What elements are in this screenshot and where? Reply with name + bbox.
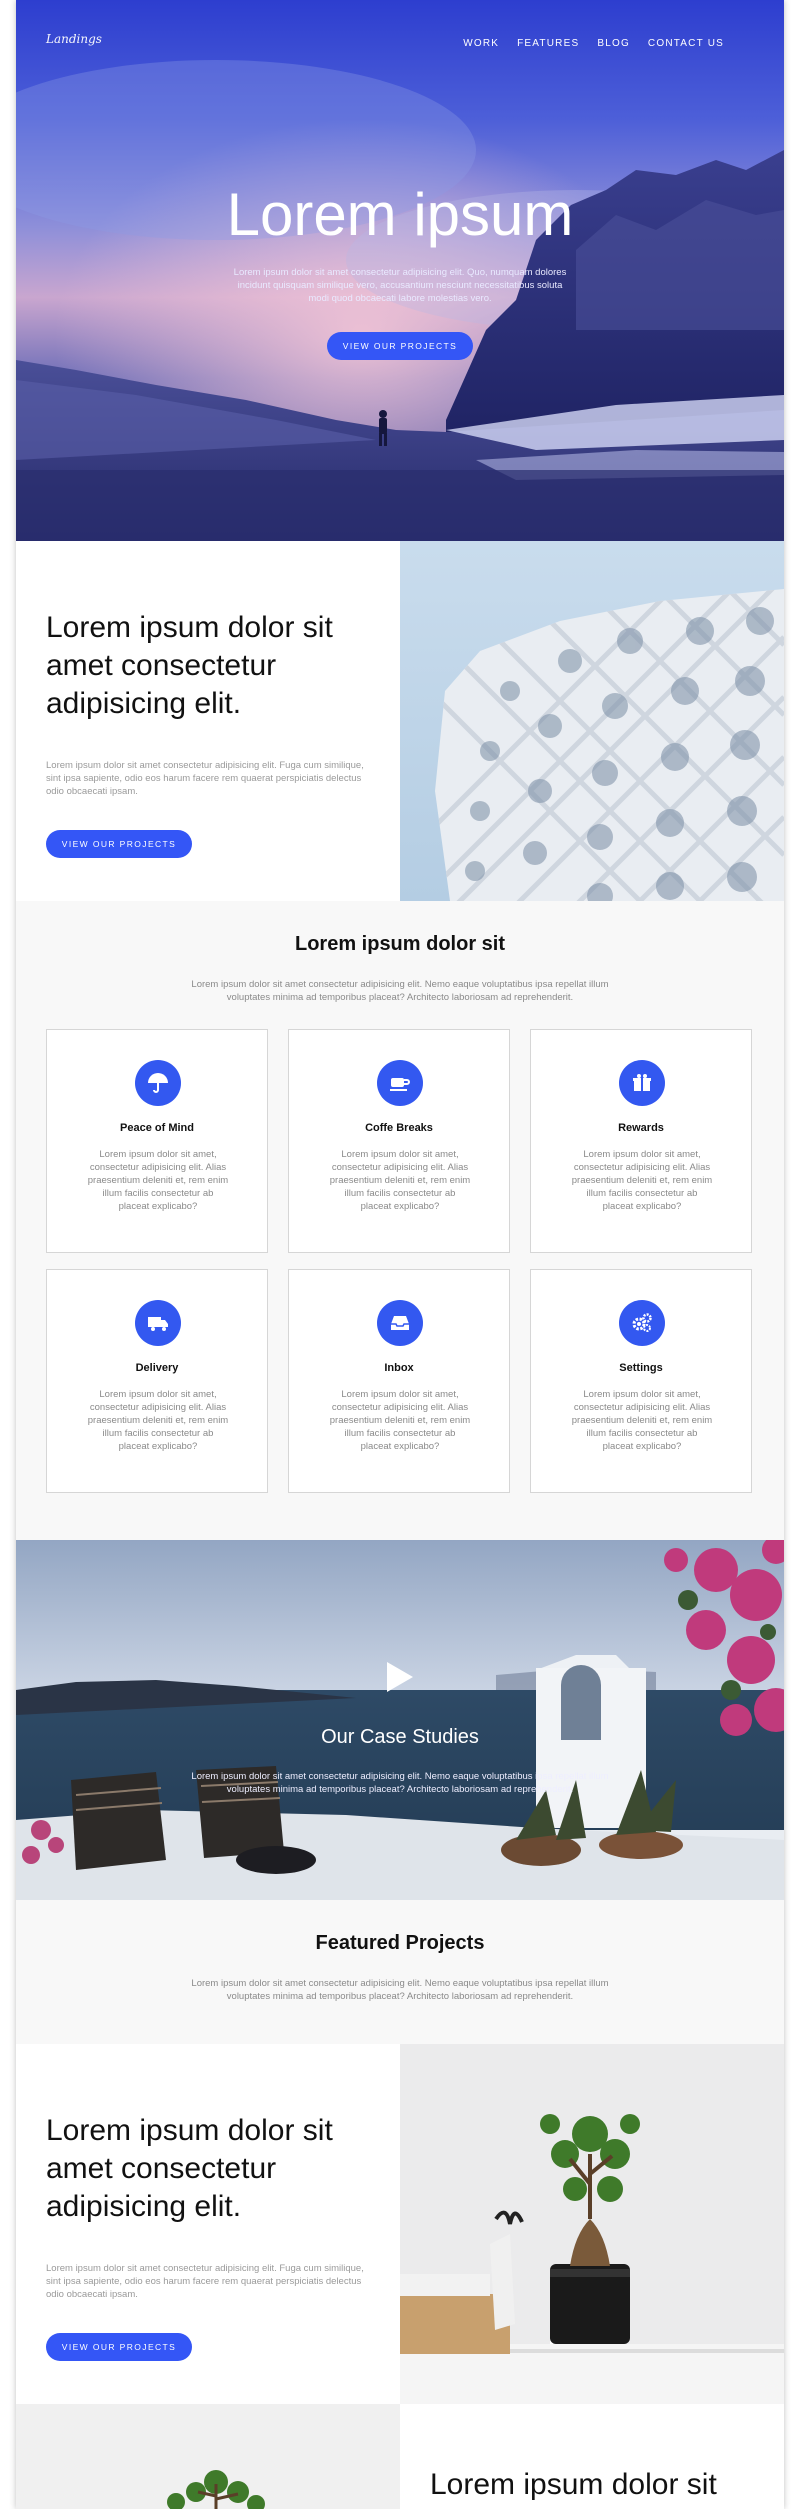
featured-projects-description: Lorem ipsum dolor sit amet consectetur a… xyxy=(191,1978,609,2002)
feature-text: Lorem ipsum dolor sit amet, consectetur … xyxy=(571,1389,713,1452)
nav-blog-link[interactable]: BLOG xyxy=(597,38,630,49)
feature-card: Delivery Lorem ipsum dolor sit amet, con… xyxy=(46,1269,268,1493)
feature-title: Inbox xyxy=(384,1362,414,1374)
feature-text: Lorem ipsum dolor sit amet, consectetur … xyxy=(329,1389,471,1452)
intro-text: Lorem ipsum dolor sit amet consectetur a… xyxy=(46,760,364,797)
project-section: Lorem ipsum dolor sit amet consectetur a… xyxy=(16,2044,784,2404)
case-studies-image xyxy=(16,1540,784,1900)
features-title: Lorem ipsum dolor sit xyxy=(294,933,506,955)
featured-projects-section: Featured Projects Lorem ipsum dolor sit … xyxy=(16,1900,784,2044)
project-heading-2: Lorem ipsum dolor sit xyxy=(430,2468,717,2501)
case-studies-section: Our Case Studies Lorem ipsum dolor sit a… xyxy=(16,1540,784,1900)
feature-title: Delivery xyxy=(135,1362,179,1374)
feature-card: Peace of Mind Lorem ipsum dolor sit amet… xyxy=(46,1029,268,1253)
intro-heading: Lorem ipsum dolor sit amet consectetur a… xyxy=(46,611,333,720)
feature-text: Lorem ipsum dolor sit amet, consectetur … xyxy=(329,1149,471,1212)
feature-title: Settings xyxy=(619,1362,663,1374)
inbox-icon xyxy=(377,1300,423,1346)
featured-projects-title: Featured Projects xyxy=(315,1932,485,1954)
hero-view-projects-button[interactable]: VIEW OUR PROJECTS xyxy=(327,332,473,360)
truck-icon xyxy=(135,1300,181,1346)
case-studies-description: Lorem ipsum dolor sit amet consectetur a… xyxy=(191,1771,609,1795)
project-section-2: Lorem ipsum dolor sit xyxy=(16,2404,784,2509)
coffee-icon xyxy=(377,1060,423,1106)
feature-title: Coffe Breaks xyxy=(365,1122,433,1134)
umbrella-icon xyxy=(135,1060,181,1106)
main-nav: WORK FEATURES BLOG CONTACT US xyxy=(463,38,724,49)
plant-image xyxy=(16,2404,400,2509)
feature-title: Peace of Mind xyxy=(120,1122,194,1134)
gears-icon xyxy=(619,1300,665,1346)
project-heading: Lorem ipsum dolor sit amet consectetur a… xyxy=(46,2114,333,2223)
nav-contact-link[interactable]: CONTACT US xyxy=(648,38,724,49)
nav-features-link[interactable]: FEATURES xyxy=(517,38,579,49)
feature-card: Rewards Lorem ipsum dolor sit amet, cons… xyxy=(530,1029,752,1253)
brand-logo[interactable]: Landings xyxy=(46,32,102,46)
nav-work-link[interactable]: WORK xyxy=(463,38,499,49)
project-view-projects-button[interactable]: VIEW OUR PROJECTS xyxy=(46,2333,192,2361)
feature-text: Lorem ipsum dolor sit amet, consectetur … xyxy=(571,1149,713,1212)
hero-description: Lorem ipsum dolor sit amet consectetur a… xyxy=(233,267,567,304)
project-text: Lorem ipsum dolor sit amet consectetur a… xyxy=(46,2263,364,2300)
page: Landings WORK FEATURES BLOG CONTACT US L… xyxy=(16,0,784,2509)
feature-text: Lorem ipsum dolor sit amet, consectetur … xyxy=(87,1389,229,1452)
feature-card: Settings Lorem ipsum dolor sit amet, con… xyxy=(530,1269,752,1493)
feature-card: Inbox Lorem ipsum dolor sit amet, consec… xyxy=(288,1269,510,1493)
play-icon[interactable] xyxy=(387,1662,413,1692)
feature-card: Coffe Breaks Lorem ipsum dolor sit amet,… xyxy=(288,1029,510,1253)
intro-section: Lorem ipsum dolor sit amet consectetur a… xyxy=(16,541,784,901)
features-description: Lorem ipsum dolor sit amet consectetur a… xyxy=(191,979,609,1003)
intro-view-projects-button[interactable]: VIEW OUR PROJECTS xyxy=(46,830,192,858)
feature-title: Rewards xyxy=(618,1122,664,1134)
hero-section: Landings WORK FEATURES BLOG CONTACT US L… xyxy=(16,0,784,541)
architecture-image xyxy=(400,541,784,901)
hero-title: Lorem ipsum xyxy=(226,181,574,248)
features-section: Lorem ipsum dolor sit Lorem ipsum dolor … xyxy=(16,901,784,1540)
feature-text: Lorem ipsum dolor sit amet, consectetur … xyxy=(87,1149,229,1212)
desk-plant-image xyxy=(400,2044,784,2404)
case-studies-title: Our Case Studies xyxy=(321,1726,479,1748)
gift-icon xyxy=(619,1060,665,1106)
